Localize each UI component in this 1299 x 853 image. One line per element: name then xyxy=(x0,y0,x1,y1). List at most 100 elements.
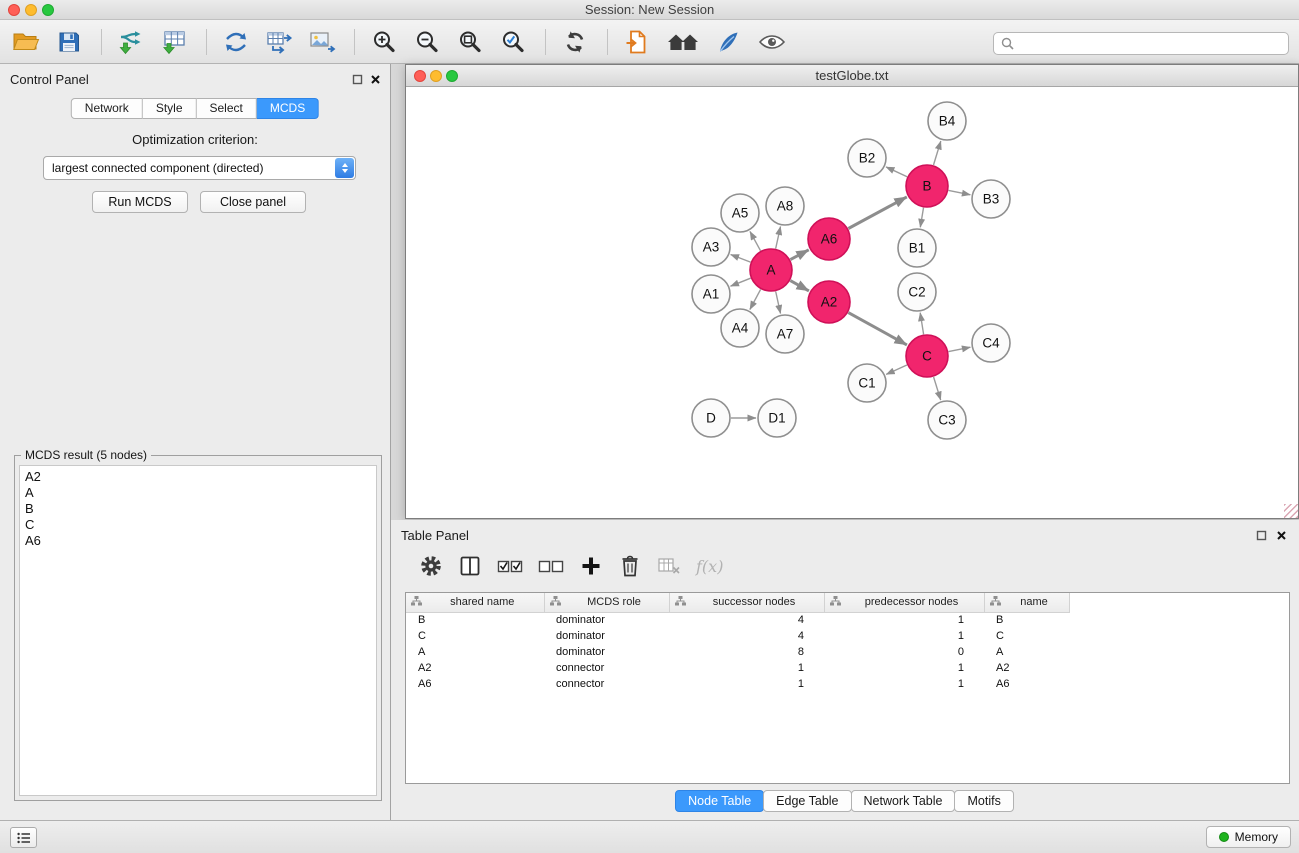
table-cell[interactable]: A xyxy=(406,644,544,660)
open-file-button[interactable] xyxy=(6,26,46,58)
graph-edge-B-B4[interactable] xyxy=(934,141,941,165)
graph-edge-A-A4[interactable] xyxy=(750,289,761,309)
network-graph[interactable]: B4B2BB3A5A8A6B1A3AC2A1A2A4A7C4CC1C3DD1 xyxy=(406,87,1298,518)
mcds-result-item[interactable]: B xyxy=(25,501,371,517)
deselect-all-button[interactable] xyxy=(538,553,564,579)
graph-edge-A-A8[interactable] xyxy=(776,227,781,249)
import-table-button[interactable] xyxy=(154,26,194,58)
graph-node-C2[interactable]: C2 xyxy=(898,273,936,311)
home-button[interactable] xyxy=(660,26,706,58)
table-cell[interactable]: dominator xyxy=(544,612,669,628)
graph-edge-B-B3[interactable] xyxy=(949,190,971,194)
graph-edge-B-B2[interactable] xyxy=(886,167,907,177)
graph-edge-C-C2[interactable] xyxy=(920,313,923,335)
column-header-shared-name[interactable]: shared name xyxy=(406,593,544,612)
mcds-result-item[interactable]: C xyxy=(25,517,371,533)
table-cell[interactable]: 4 xyxy=(669,628,824,644)
tab-motifs[interactable]: Motifs xyxy=(954,790,1013,812)
graph-node-A8[interactable]: A8 xyxy=(766,187,804,225)
graph-edge-C-C3[interactable] xyxy=(934,377,941,400)
network-canvas[interactable]: B4B2BB3A5A8A6B1A3AC2A1A2A4A7C4CC1C3DD1 xyxy=(406,87,1298,518)
zoom-selected-button[interactable] xyxy=(493,26,533,58)
tab-network[interactable]: Network xyxy=(71,98,143,119)
close-window-button[interactable] xyxy=(8,4,20,16)
open-session-file-button[interactable] xyxy=(617,26,657,58)
graph-edge-A-A3[interactable] xyxy=(731,255,751,263)
network-from-table-button[interactable] xyxy=(259,26,299,58)
import-network-button[interactable] xyxy=(111,26,151,58)
table-cell[interactable]: B xyxy=(984,612,1069,628)
zoom-in-button[interactable] xyxy=(364,26,404,58)
refresh-layout-button[interactable] xyxy=(555,26,595,58)
table-cell[interactable]: A xyxy=(984,644,1069,660)
table-cell[interactable]: 8 xyxy=(669,644,824,660)
table-cell[interactable]: 1 xyxy=(669,660,824,676)
tab-mcds[interactable]: MCDS xyxy=(257,98,319,119)
function-builder-button[interactable]: f(x) xyxy=(696,553,723,579)
table-settings-button[interactable] xyxy=(419,553,443,579)
tab-network-table[interactable]: Network Table xyxy=(851,790,956,812)
delete-columns-button[interactable] xyxy=(657,553,681,579)
style-pen-button[interactable] xyxy=(709,26,749,58)
table-row[interactable]: Adominator80A xyxy=(406,644,1069,660)
export-image-button[interactable] xyxy=(302,26,342,58)
graph-edge-A2-C[interactable] xyxy=(848,313,907,345)
tab-style[interactable]: Style xyxy=(143,98,197,119)
graph-node-B4[interactable]: B4 xyxy=(928,102,966,140)
tab-node-table[interactable]: Node Table xyxy=(675,790,764,812)
table-cell[interactable]: C xyxy=(406,628,544,644)
table-cell[interactable]: 0 xyxy=(824,644,984,660)
table-row[interactable]: A6connector11A6 xyxy=(406,676,1069,692)
show-hide-button[interactable] xyxy=(752,26,792,58)
graph-edge-A-A6[interactable] xyxy=(790,250,808,260)
graph-node-A[interactable]: A xyxy=(750,249,792,291)
table-cell[interactable]: 1 xyxy=(824,628,984,644)
table-cell[interactable]: 1 xyxy=(669,676,824,692)
search-input[interactable] xyxy=(1019,34,1288,53)
zoom-window-button[interactable] xyxy=(42,4,54,16)
show-columns-button[interactable] xyxy=(458,553,482,579)
tab-edge-table[interactable]: Edge Table xyxy=(763,790,851,812)
graph-node-D[interactable]: D xyxy=(692,399,730,437)
close-panel-button[interactable] xyxy=(368,72,382,86)
graph-node-C1[interactable]: C1 xyxy=(848,364,886,402)
graph-node-A3[interactable]: A3 xyxy=(692,228,730,266)
mcds-result-item[interactable]: A6 xyxy=(25,533,371,549)
zoom-fit-button[interactable] xyxy=(450,26,490,58)
close-panel-action-button[interactable]: Close panel xyxy=(200,191,306,213)
table-row[interactable]: Bdominator41B xyxy=(406,612,1069,628)
run-mcds-button[interactable]: Run MCDS xyxy=(92,191,188,213)
table-cell[interactable]: 1 xyxy=(824,660,984,676)
graph-edge-A-A5[interactable] xyxy=(750,231,761,250)
table-cell[interactable]: connector xyxy=(544,660,669,676)
minimize-network-window-button[interactable] xyxy=(430,70,442,82)
graph-node-B[interactable]: B xyxy=(906,165,948,207)
graph-edge-C-C4[interactable] xyxy=(949,347,971,351)
select-all-button[interactable] xyxy=(497,553,523,579)
graph-node-A2[interactable]: A2 xyxy=(808,281,850,323)
optimization-criterion-select[interactable]: largest connected component (directed) xyxy=(43,156,356,180)
close-table-panel-button[interactable] xyxy=(1274,528,1288,542)
window-resize-grip[interactable] xyxy=(1284,504,1298,518)
table-cell[interactable]: A6 xyxy=(984,676,1069,692)
graph-edge-A-A1[interactable] xyxy=(731,278,751,286)
table-cell[interactable]: 1 xyxy=(824,676,984,692)
graph-edge-A6-B[interactable] xyxy=(848,197,906,229)
graph-node-A7[interactable]: A7 xyxy=(766,315,804,353)
save-session-button[interactable] xyxy=(49,26,89,58)
graph-edge-A-A7[interactable] xyxy=(776,292,781,314)
task-history-button[interactable] xyxy=(10,827,37,848)
graph-node-A1[interactable]: A1 xyxy=(692,275,730,313)
column-header-predecessor-nodes[interactable]: predecessor nodes xyxy=(824,593,984,612)
column-header-successor-nodes[interactable]: successor nodes xyxy=(669,593,824,612)
graph-edge-B-B1[interactable] xyxy=(920,208,923,228)
graph-node-D1[interactable]: D1 xyxy=(758,399,796,437)
close-network-window-button[interactable] xyxy=(414,70,426,82)
graph-node-A5[interactable]: A5 xyxy=(721,194,759,232)
table-cell[interactable]: C xyxy=(984,628,1069,644)
zoom-out-button[interactable] xyxy=(407,26,447,58)
float-table-panel-button[interactable] xyxy=(1254,528,1268,542)
column-header-name[interactable]: name xyxy=(984,593,1069,612)
network-arrows-button[interactable] xyxy=(216,26,256,58)
mcds-result-item[interactable]: A xyxy=(25,485,371,501)
